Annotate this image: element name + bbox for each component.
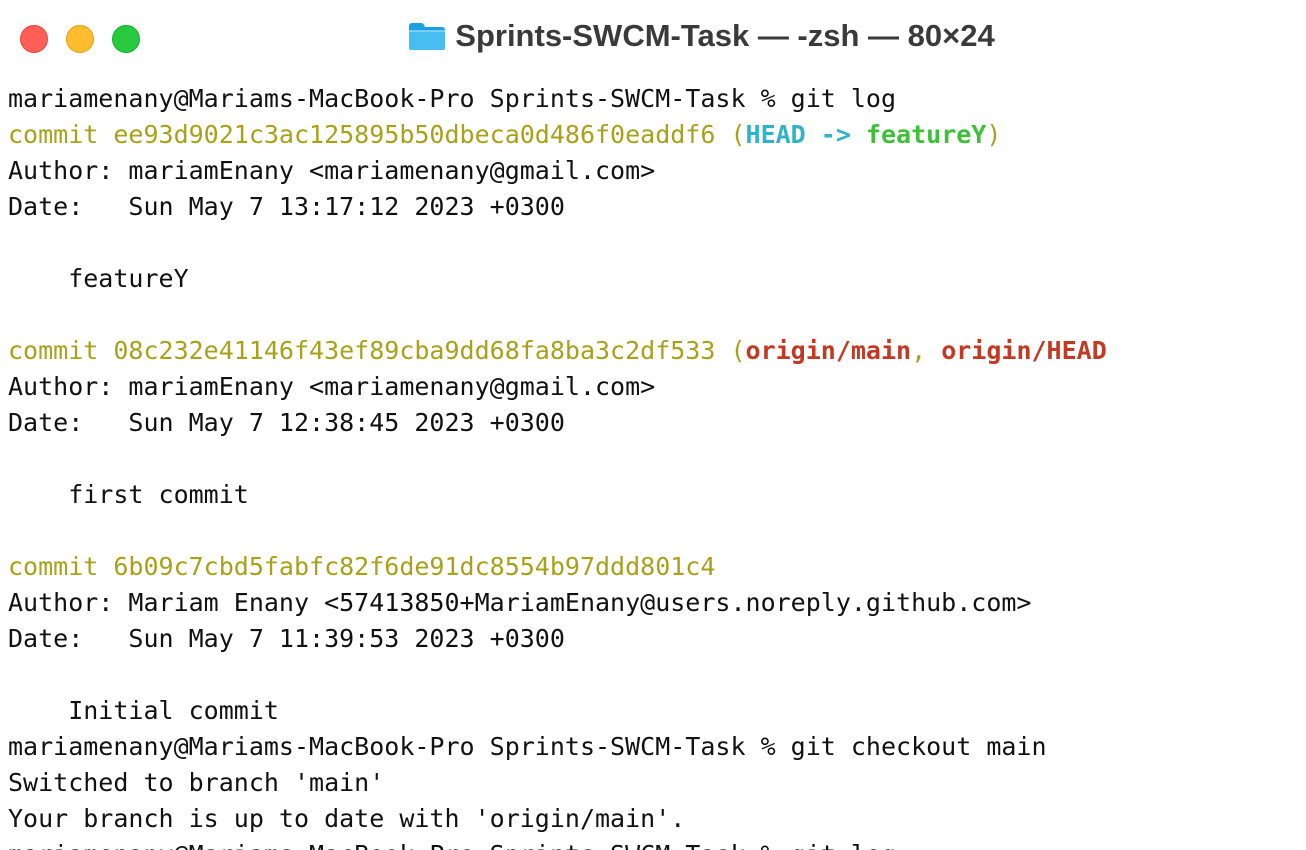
author-line: Author: Mariam Enany <57413850+MariamEna… <box>8 588 1032 617</box>
remote-ref: origin/main <box>745 336 912 365</box>
commit-line: commit 08c232e41146f43ef89cba9dd68fa8ba3… <box>8 333 1306 369</box>
commit-hash: commit 08c232e41146f43ef89cba9dd68fa8ba3… <box>8 336 746 365</box>
title-bar: Sprints-SWCM-Task — -zsh — 80×24 <box>0 0 1306 76</box>
commit-line: commit ee93d9021c3ac125895b50dbeca0d486f… <box>8 117 1306 153</box>
commit-hash: commit ee93d9021c3ac125895b50dbeca0d486f… <box>8 120 746 149</box>
date-line: Date: Sun May 7 13:17:12 2023 +0300 <box>8 192 565 221</box>
prompt-line: mariamenany@Mariams-MacBook-Pro Sprints-… <box>8 837 1306 850</box>
prompt-line: mariamenany@Mariams-MacBook-Pro Sprints-… <box>8 732 1047 761</box>
output-line: Your branch is up to date with 'origin/m… <box>8 804 686 833</box>
terminal-output[interactable]: mariamenany@Mariams-MacBook-Pro Sprints-… <box>8 81 1306 850</box>
window-title-group: Sprints-SWCM-Task — -zsh — 80×24 <box>0 14 1306 58</box>
head-ref: HEAD -> <box>745 120 866 149</box>
author-line: Author: mariamEnany <mariamenany@gmail.c… <box>8 156 656 185</box>
branch-ref: featureY <box>865 120 987 149</box>
ref-close-paren: ) <box>986 120 1002 149</box>
commit-hash-line: commit 6b09c7cbd5fabfc82f6de91dc8554b97d… <box>8 552 716 581</box>
remote-head-ref: origin/HEAD <box>941 336 1107 365</box>
output-line: Switched to branch 'main' <box>8 768 385 797</box>
date-line: Date: Sun May 7 11:39:53 2023 +0300 <box>8 624 565 653</box>
prompt-line: mariamenany@Mariams-MacBook-Pro Sprints-… <box>8 84 897 113</box>
commit-message: Initial commit <box>8 696 279 725</box>
terminal-window: Sprints-SWCM-Task — -zsh — 80×24 mariame… <box>0 0 1306 850</box>
date-line: Date: Sun May 7 12:38:45 2023 +0300 <box>8 408 565 437</box>
ref-separator: , <box>911 336 942 365</box>
author-line: Author: mariamEnany <mariamenany@gmail.c… <box>8 372 656 401</box>
commit-message: first commit <box>8 480 249 509</box>
commit-message: featureY <box>8 264 189 293</box>
window-title: Sprints-SWCM-Task — -zsh — 80×24 <box>455 18 995 53</box>
folder-icon <box>409 23 446 50</box>
